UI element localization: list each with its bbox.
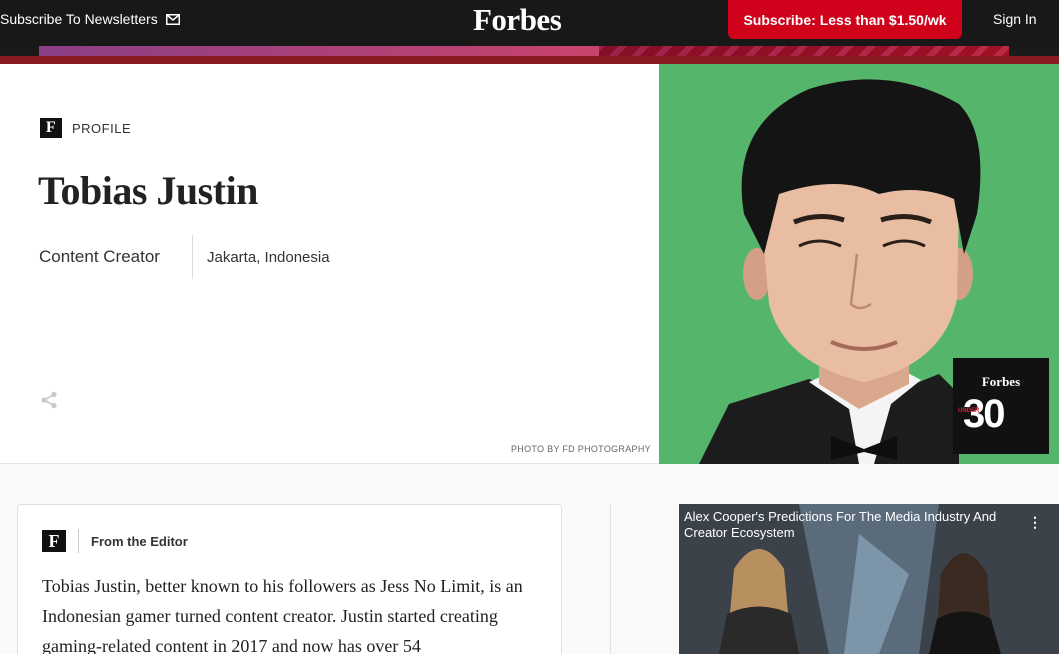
banner-strip-gradient	[39, 46, 599, 56]
under-30-badge: Forbes 30 UNDER	[953, 358, 1049, 454]
newsletter-label: Subscribe To Newsletters	[0, 11, 158, 27]
profile-title: Content Creator	[39, 247, 160, 266]
editor-separator	[78, 529, 79, 553]
title-divider	[192, 235, 193, 279]
photo-credit: PHOTO BY FD PHOTOGRAPHY	[511, 444, 651, 454]
forbes-f-icon: F	[42, 530, 66, 552]
under-30-brand: Forbes	[981, 374, 1021, 389]
editor-header: F From the Editor	[42, 529, 188, 553]
column-divider	[610, 504, 611, 654]
video-title: Alex Cooper's Predictions For The Media …	[684, 509, 997, 540]
newsletter-link[interactable]: Subscribe To Newsletters	[0, 11, 180, 27]
editor-label: From the Editor	[91, 533, 188, 549]
profile-tag-label: PROFILE	[72, 120, 132, 136]
profile-tag: F PROFILE	[40, 118, 131, 138]
top-nav: Subscribe To Newsletters Forbes Subscrib…	[0, 0, 1059, 46]
editor-text: Tobias Justin, better known to his follo…	[42, 576, 523, 654]
mail-icon	[165, 13, 180, 25]
forbes-f-icon: F	[40, 118, 62, 138]
sign-in-link[interactable]: Sign In	[993, 11, 1037, 27]
share-icon[interactable]	[40, 391, 58, 409]
profile-name: Tobias Justin	[38, 168, 258, 213]
subscribe-button[interactable]: Subscribe: Less than $1.50/wk	[728, 0, 962, 39]
under-30-number: 30	[963, 392, 1005, 436]
under-30-under: UNDER	[958, 408, 980, 414]
editor-card: F From the Editor Tobias Justin, better …	[17, 504, 562, 654]
forbes-logo[interactable]: Forbes	[473, 2, 562, 38]
profile-location: Jakarta, Indonesia	[207, 249, 330, 266]
more-vert-icon[interactable]: ⋮	[1028, 514, 1042, 531]
banner-strip-dark	[0, 56, 1059, 64]
video-player[interactable]: Alex Cooper's Predictions For The Media …	[679, 504, 1059, 654]
